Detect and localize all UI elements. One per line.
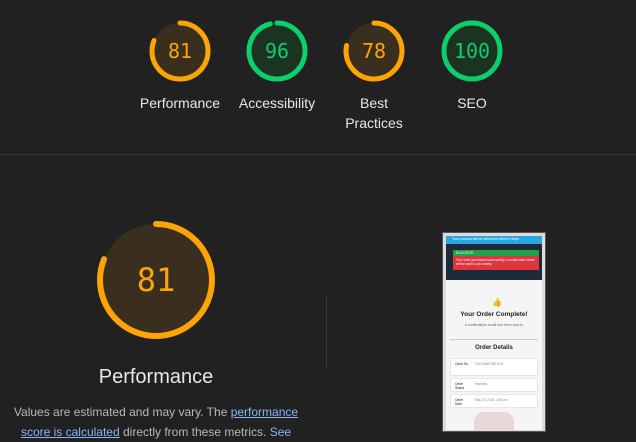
thumb-page: 👍 Your Order Complete! A confirmation em… bbox=[446, 280, 542, 430]
thumb-product-image bbox=[474, 412, 514, 430]
thumb-subtitle: A confirmation email has been sent to bbox=[464, 323, 524, 327]
thumb-row: Order Status received bbox=[450, 378, 538, 392]
thumb-alert: SUCCESS Your order processed successfull… bbox=[453, 250, 539, 270]
gauge-value: 100 bbox=[454, 39, 490, 63]
gauge-label: Best Practices bbox=[345, 95, 403, 131]
thumb-row-value: May 20, 2024, 1:05 pm bbox=[475, 398, 508, 402]
thumb-row: Order No 1812345678901234 bbox=[450, 358, 538, 376]
thumb-details-title: Order Details bbox=[475, 345, 513, 351]
section-divider bbox=[0, 154, 636, 155]
thumb-banner: Your product will be delivered within 4 … bbox=[446, 236, 542, 244]
thumb-row-value: received bbox=[475, 382, 488, 386]
gauge-performance[interactable]: 81 Performance bbox=[130, 18, 230, 113]
category-score: 81 bbox=[137, 261, 176, 299]
category-gauge: 81 bbox=[94, 218, 218, 342]
gauge-ring: 78 bbox=[343, 20, 405, 82]
gauge-accessibility[interactable]: 96 Accessibility bbox=[227, 18, 327, 113]
gauge-value: 78 bbox=[362, 39, 386, 63]
thumb-alert-body: Your order processed successfully, a con… bbox=[453, 256, 539, 270]
gauge-ring: 81 bbox=[149, 20, 211, 82]
thumb-row-key: Order Date bbox=[455, 398, 464, 406]
thumbs-up-icon: 👍 bbox=[492, 298, 502, 307]
gauge-value: 81 bbox=[168, 39, 192, 63]
thumb-row: Order Date May 20, 2024, 1:05 pm bbox=[450, 394, 538, 408]
gauge-ring: 96 bbox=[246, 20, 308, 82]
category-title: Performance bbox=[98, 366, 214, 388]
see-link[interactable]: See bbox=[270, 425, 291, 439]
thumb-banner-text: Your product will be delivered within 4 … bbox=[452, 237, 519, 241]
category-description: Values are estimated and may vary. The p… bbox=[6, 402, 306, 442]
gauge-seo[interactable]: 100 SEO bbox=[422, 18, 522, 113]
thumb-row-value: 1812345678901234 bbox=[475, 362, 504, 366]
description-text-middle: directly from these metrics. bbox=[119, 425, 270, 439]
thumb-row-key: Order Status bbox=[455, 382, 465, 390]
gauge-label: Performance bbox=[139, 95, 221, 111]
score-summary: 81 Performance 96 Accessibility 78 Best … bbox=[0, 18, 636, 138]
thumb-row-key: Order No bbox=[455, 362, 469, 366]
vertical-divider bbox=[326, 296, 327, 368]
thumb-title: Your Order Complete! bbox=[460, 311, 528, 318]
thumb-separator bbox=[450, 339, 538, 340]
gauge-label: Accessibility bbox=[238, 95, 316, 111]
gauge-ring: 100 bbox=[441, 20, 503, 82]
final-screenshot-thumbnail[interactable]: Your product will be delivered within 4 … bbox=[442, 232, 546, 432]
gauge-label: SEO bbox=[457, 95, 487, 111]
gauge-value: 96 bbox=[265, 39, 289, 63]
gauge-best-practices[interactable]: 78 Best Practices bbox=[324, 18, 424, 133]
category-gauge-ring: 81 bbox=[97, 221, 215, 339]
description-text: Values are estimated and may vary. The bbox=[13, 405, 231, 419]
